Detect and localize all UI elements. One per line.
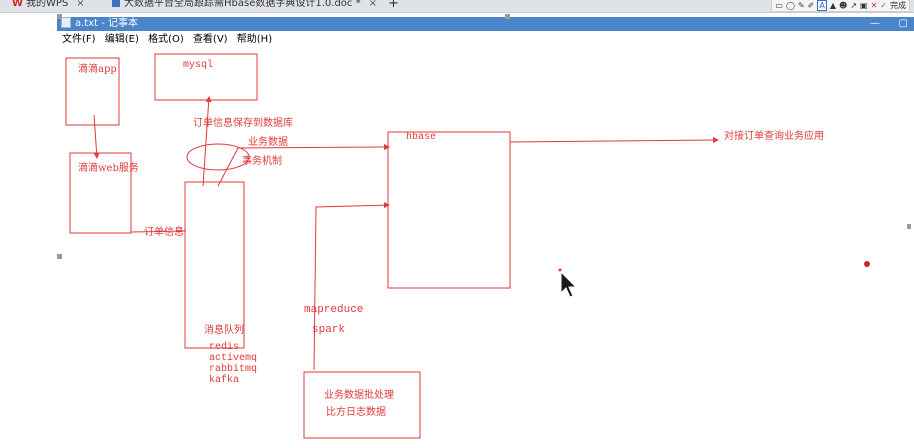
query-app-label: 对接订单查询业务应用 (724, 131, 824, 142)
batch-box (303, 371, 421, 439)
message-queue-box (184, 181, 245, 349)
mq-title-label: 消息队列 (204, 325, 244, 336)
arrow-batch-to-hbase (313, 202, 390, 371)
mapreduce-label: mapreduce (304, 304, 364, 316)
arrow-app-to-web (93, 114, 100, 159)
arrow-hbase-to-query (509, 137, 719, 144)
batch-line2-label: 比方日志数据 (326, 407, 386, 418)
architecture-diagram (65, 53, 870, 439)
batch-line1-label: 业务数据批处理 (324, 390, 394, 401)
spark-label: spark (312, 324, 346, 336)
mq-kafka-label: kafka (209, 375, 240, 386)
transaction-label: 事务机制 (242, 156, 282, 167)
didi-app-label: 滴滴app (78, 64, 117, 75)
save-to-db-label: 订单信息保存到数据库 (193, 118, 293, 129)
hbase-box (387, 131, 511, 289)
mysql-label: mysql (183, 60, 214, 71)
mouse-pointer-icon (560, 271, 578, 298)
hbase-label: hbase (406, 132, 437, 143)
red-dot (864, 261, 870, 267)
business-data-label: 业务数据 (248, 137, 288, 148)
didi-web-label: 滴滴web服务 (78, 163, 139, 174)
order-info-label: 订单信息 (144, 227, 184, 238)
arrow-mq-to-mysql (202, 96, 212, 187)
